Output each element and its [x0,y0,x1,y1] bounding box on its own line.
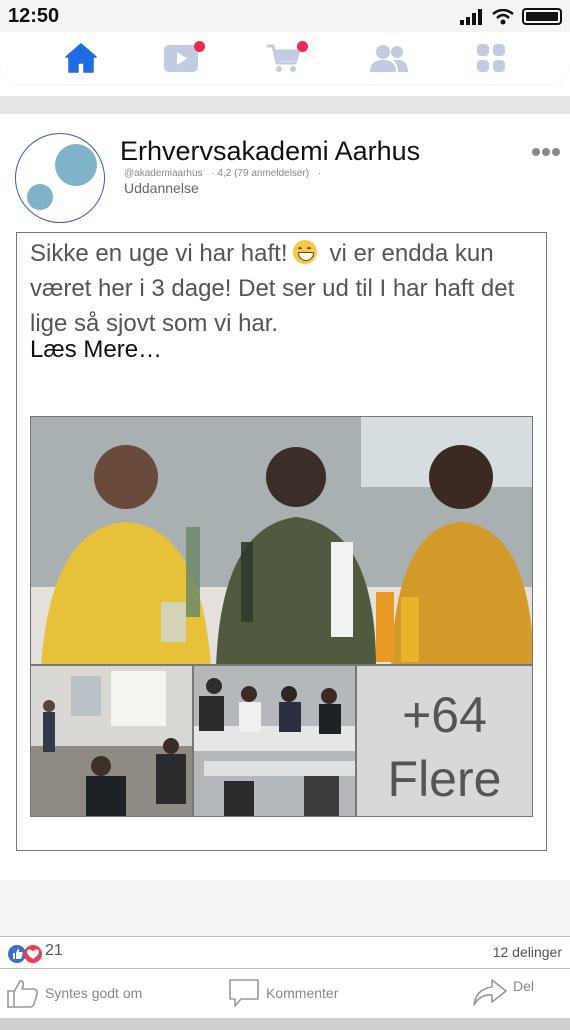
more-photos-tile[interactable]: +64 Flere [356,665,533,817]
battery-icon [522,8,562,25]
nav-home-button[interactable] [61,40,101,76]
signal-icon [460,8,482,25]
post-text-start: Sikke en uge vi har haft! [30,240,288,267]
nav-groups-button[interactable] [369,40,409,76]
nav-menu-button[interactable] [471,40,511,76]
grinning-emoji-icon [293,240,318,264]
like-label: Syntes godt om [45,985,143,1001]
love-reaction-icon [24,945,42,963]
grid-icon [477,44,505,72]
post-photo-2[interactable] [30,665,193,817]
post-content: Sikke en uge vi har haft! vi er endda kun… [16,232,547,851]
page-meta: @akademiaarhus · 4,2 (79 anmeldelser) · [124,168,327,179]
notification-badge [297,41,308,52]
more-photos-label: Flere [387,751,502,807]
divider [0,880,570,936]
group-photo [31,417,532,664]
presentation-photo [31,666,192,816]
share-count[interactable]: 12 delinger [493,944,562,960]
page-name[interactable]: Erhvervsakademi Aarhus [120,136,420,167]
reaction-count[interactable]: 21 [45,942,63,960]
post-actions: Syntes godt om Kommenter Del [0,968,570,1018]
comment-icon [229,979,259,1007]
bottom-bar [0,1018,570,1030]
nav-marketplace-button[interactable] [264,40,308,76]
status-bar: 12:50 [0,0,570,32]
wifi-icon [492,8,514,24]
more-photos-count: +64 [402,687,487,743]
status-icons [460,8,562,25]
divider [0,96,570,114]
post-photo-3[interactable] [193,665,356,817]
share-button[interactable]: Del [472,973,534,1009]
post-card: Erhvervsakademi Aarhus @akademiaarhus · … [0,118,570,880]
avatar[interactable] [15,133,105,223]
people-icon [370,45,408,72]
more-options-icon[interactable] [532,148,560,156]
share-arrow-icon [473,979,507,1006]
post-photo-main[interactable] [30,416,533,665]
post-text: Sikke en uge vi har haft! vi er endda kun… [30,236,535,341]
reactions-bar: 21 12 delinger [0,936,570,968]
status-time: 12:50 [8,5,60,27]
meta-separator: · [317,168,322,179]
thumbs-up-icon [7,980,38,1008]
nav-watch-button[interactable] [161,40,205,76]
notification-badge [194,41,205,52]
page-logo-icon [27,144,97,210]
page-rating: · 4,2 (79 anmeldelser) [211,168,310,179]
comment-label: Kommenter [266,985,339,1001]
top-nav-bar [0,32,570,84]
page-category: Uddannelse [124,180,199,196]
read-more-link[interactable]: Læs Mere… [30,336,162,364]
comment-button[interactable]: Kommenter [227,977,338,1009]
like-button[interactable]: Syntes godt om [6,977,142,1009]
page-handle: @akademiaarhus [124,168,203,179]
home-icon [65,43,97,73]
share-label: Del [513,978,535,994]
classroom-photo [194,666,355,816]
